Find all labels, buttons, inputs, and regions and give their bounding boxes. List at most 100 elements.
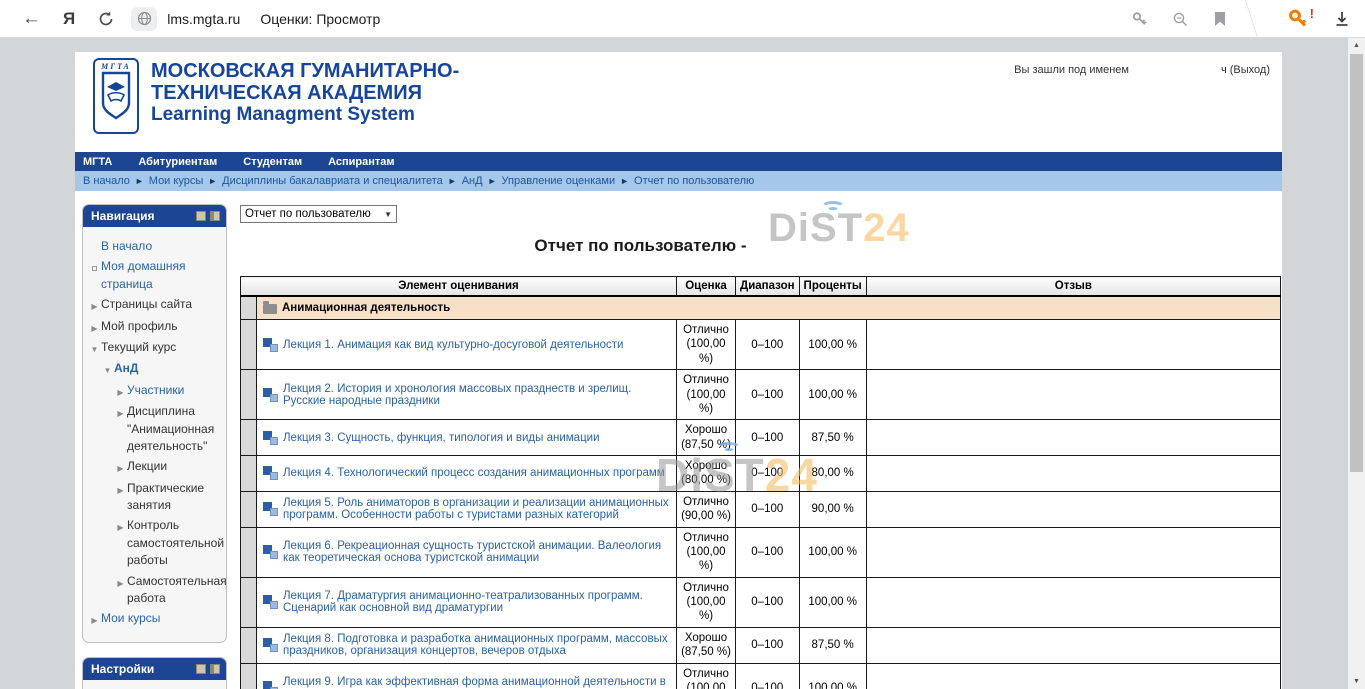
chevron-right-icon: ▶ [117, 579, 123, 588]
folder-icon [263, 304, 277, 314]
report-type-select[interactable]: Отчет по пользователю ▼ [240, 205, 397, 223]
url-text[interactable]: lms.mgta.ru [167, 11, 240, 27]
scrollbar-thumb[interactable] [1350, 54, 1363, 472]
site-header: МГТА МОСКОВСКАЯ ГУМАНИТАРНО- ТЕХНИЧЕСКАЯ… [75, 52, 1282, 152]
scroll-up-icon[interactable]: ▲ [1348, 38, 1365, 53]
top-nav-bar: МГТА Абитуриентам Студентам Аспирантам [75, 152, 1282, 171]
breadcrumb: В начало ► Мои курсы ► Дисциплины бакала… [75, 171, 1282, 191]
browser-toolbar: ← Я lms.mgta.ru Оценки: Просмотр ! [0, 0, 1365, 38]
lesson-icon [263, 595, 278, 609]
lesson-icon [263, 638, 278, 652]
sidebar-item-my-profile[interactable]: ▶Мой профиль [88, 318, 223, 336]
block-dock-icon[interactable] [210, 664, 220, 674]
block-collapse-icon[interactable] [196, 664, 206, 674]
feedback-cell [866, 491, 1280, 527]
vertical-scrollbar[interactable]: ▲ ▼ [1348, 38, 1365, 689]
sidebar-item-practice[interactable]: ▶Практические занятия [114, 480, 223, 515]
sidebar-item-current-course[interactable]: ▼Текущий курс [88, 339, 223, 357]
chevron-right-icon: ▶ [117, 486, 123, 495]
site-title-line2: ТЕХНИЧЕСКАЯ АКАДЕМИЯ [151, 82, 459, 104]
password-key-icon[interactable] [1131, 11, 1148, 28]
feedback-cell [866, 627, 1280, 663]
sidebar-item-participants[interactable]: ▶Участники [114, 382, 223, 400]
bookmark-icon[interactable] [1213, 11, 1227, 27]
protect-key-alert-icon[interactable]: ! [1287, 8, 1309, 30]
chevron-right-icon: ▶ [91, 302, 97, 311]
main-content: Отчет по пользователю ▼ Отчет по пользов… [240, 204, 1281, 689]
nav-item-mgta[interactable]: МГТА [83, 156, 112, 168]
table-row: Лекция 4. Технологический процесс создан… [241, 456, 1281, 492]
sidebar-item-and-course[interactable]: ▼АнД [101, 360, 223, 378]
grade-item-link[interactable]: Лекция 8. Подготовка и разработка анимац… [283, 633, 670, 657]
sidebar-item-lectures[interactable]: ▶Лекции [114, 458, 223, 476]
table-row: Лекция 8. Подготовка и разработка анимац… [241, 627, 1281, 663]
breadcrumb-user-report[interactable]: Отчет по пользователю [634, 175, 754, 187]
grade-item-link[interactable]: Лекция 1. Анимация как вид культурно-дос… [283, 339, 623, 351]
logo-text: МГТА [95, 62, 137, 71]
sidebar-item-selfwork-control[interactable]: ▶Контроль самостоятельной работы [114, 517, 223, 569]
col-header-range: Диапазон [736, 277, 800, 297]
yandex-browser-icon[interactable]: Я [63, 10, 75, 27]
table-row: Лекция 3. Сущность, функция, типология и… [241, 420, 1281, 456]
nav-item-studentam[interactable]: Студентам [243, 156, 302, 168]
report-type-value: Отчет по пользователю [245, 208, 371, 220]
grade-item-link[interactable]: Лекция 5. Роль аниматоров в организации … [283, 497, 670, 521]
breadcrumb-grade-admin[interactable]: Управление оценками [502, 175, 616, 187]
category-row: Анимационная деятельность [241, 296, 1281, 320]
lesson-icon [263, 502, 278, 516]
block-dock-icon[interactable] [210, 211, 220, 221]
site-title-line1: МОСКОВСКАЯ ГУМАНИТАРНО- [151, 60, 459, 82]
settings-block-header: Настройки [83, 658, 226, 680]
table-row: Лекция 1. Анимация как вид культурно-дос… [241, 320, 1281, 370]
chevron-down-icon: ▼ [104, 366, 112, 375]
col-header-grade: Оценка [677, 277, 736, 297]
page-background: ▲ ▼ МГТА МОСКОВСКАЯ ГУМАНИТАРНО- ТЕХНИЧЕ… [0, 38, 1365, 689]
sidebar-item-home[interactable]: В начало [88, 238, 223, 255]
scroll-down-icon[interactable]: ▼ [1348, 674, 1365, 689]
sidebar-item-my-courses[interactable]: ▶Мои курсы [88, 610, 223, 628]
address-bar[interactable]: lms.mgta.ru Оценки: Просмотр [131, 7, 380, 31]
nav-item-aspirantam[interactable]: Аспирантам [328, 156, 394, 168]
sidebar-item-selfwork[interactable]: ▶Самостоятельная работа [114, 573, 223, 608]
breadcrumb-course[interactable]: АнД [462, 175, 483, 187]
feedback-cell [866, 577, 1280, 627]
site-title-block: МОСКОВСКАЯ ГУМАНИТАРНО- ТЕХНИЧЕСКАЯ АКАД… [151, 60, 459, 127]
breadcrumb-separator-icon: ► [135, 176, 144, 186]
breadcrumb-my-courses[interactable]: Мои курсы [149, 175, 203, 187]
lesson-icon [263, 681, 278, 689]
breadcrumb-separator-icon: ► [448, 176, 457, 186]
toolbar-divider [1245, 0, 1283, 38]
grade-item-link[interactable]: Лекция 4. Технологический процесс создан… [283, 467, 665, 479]
breadcrumb-disciplines[interactable]: Дисциплины бакалавриата и специалитета [222, 175, 443, 187]
nav-item-abiturientam[interactable]: Абитуриентам [138, 156, 217, 168]
grade-item-link[interactable]: Лекция 6. Рекреационная сущность туристс… [283, 540, 670, 564]
login-info: Вы зашли под именемч (Выход) [1014, 64, 1270, 76]
col-header-item: Элемент оценивания [241, 277, 677, 297]
grade-report-table: Элемент оценивания Оценка Диапазон Проце… [240, 276, 1281, 689]
sidebar-item-my-home[interactable]: Моя домашняя страница [88, 258, 223, 293]
chevron-right-icon: ▶ [117, 464, 123, 473]
table-header-row: Элемент оценивания Оценка Диапазон Проце… [241, 277, 1281, 297]
downloads-icon[interactable] [1333, 10, 1351, 28]
block-collapse-icon[interactable] [196, 211, 206, 221]
logout-link[interactable]: ч (Выход) [1221, 64, 1270, 76]
grade-item-link[interactable]: Лекция 9. Игра как эффективная форма ани… [283, 676, 670, 689]
back-icon[interactable]: ← [22, 9, 41, 28]
navigation-block-header: Навигация [83, 205, 226, 227]
lesson-icon [263, 431, 278, 445]
table-row: Лекция 9. Игра как эффективная форма ани… [241, 663, 1281, 689]
sidebar-item-site-pages[interactable]: ▶Страницы сайта [88, 296, 223, 314]
grade-item-link[interactable]: Лекция 7. Драматургия анимационно-театра… [283, 590, 670, 614]
tab-title-text: Оценки: Просмотр [260, 11, 380, 27]
breadcrumb-home[interactable]: В начало [83, 175, 130, 187]
lesson-icon [263, 338, 278, 352]
table-row: Лекция 5. Роль аниматоров в организации … [241, 491, 1281, 527]
breadcrumb-separator-icon: ► [620, 176, 629, 186]
grade-item-link[interactable]: Лекция 2. История и хронология массовых … [283, 383, 670, 407]
grade-item-link[interactable]: Лекция 3. Сущность, функция, типология и… [283, 432, 600, 444]
feedback-cell [866, 320, 1280, 370]
sidebar-item-discipline[interactable]: ▶Дисциплина "Анимационная деятельность" [114, 403, 223, 455]
table-row: Лекция 6. Рекреационная сущность туристс… [241, 527, 1281, 577]
zoom-search-icon[interactable] [1172, 11, 1189, 28]
refresh-icon[interactable] [97, 10, 115, 28]
